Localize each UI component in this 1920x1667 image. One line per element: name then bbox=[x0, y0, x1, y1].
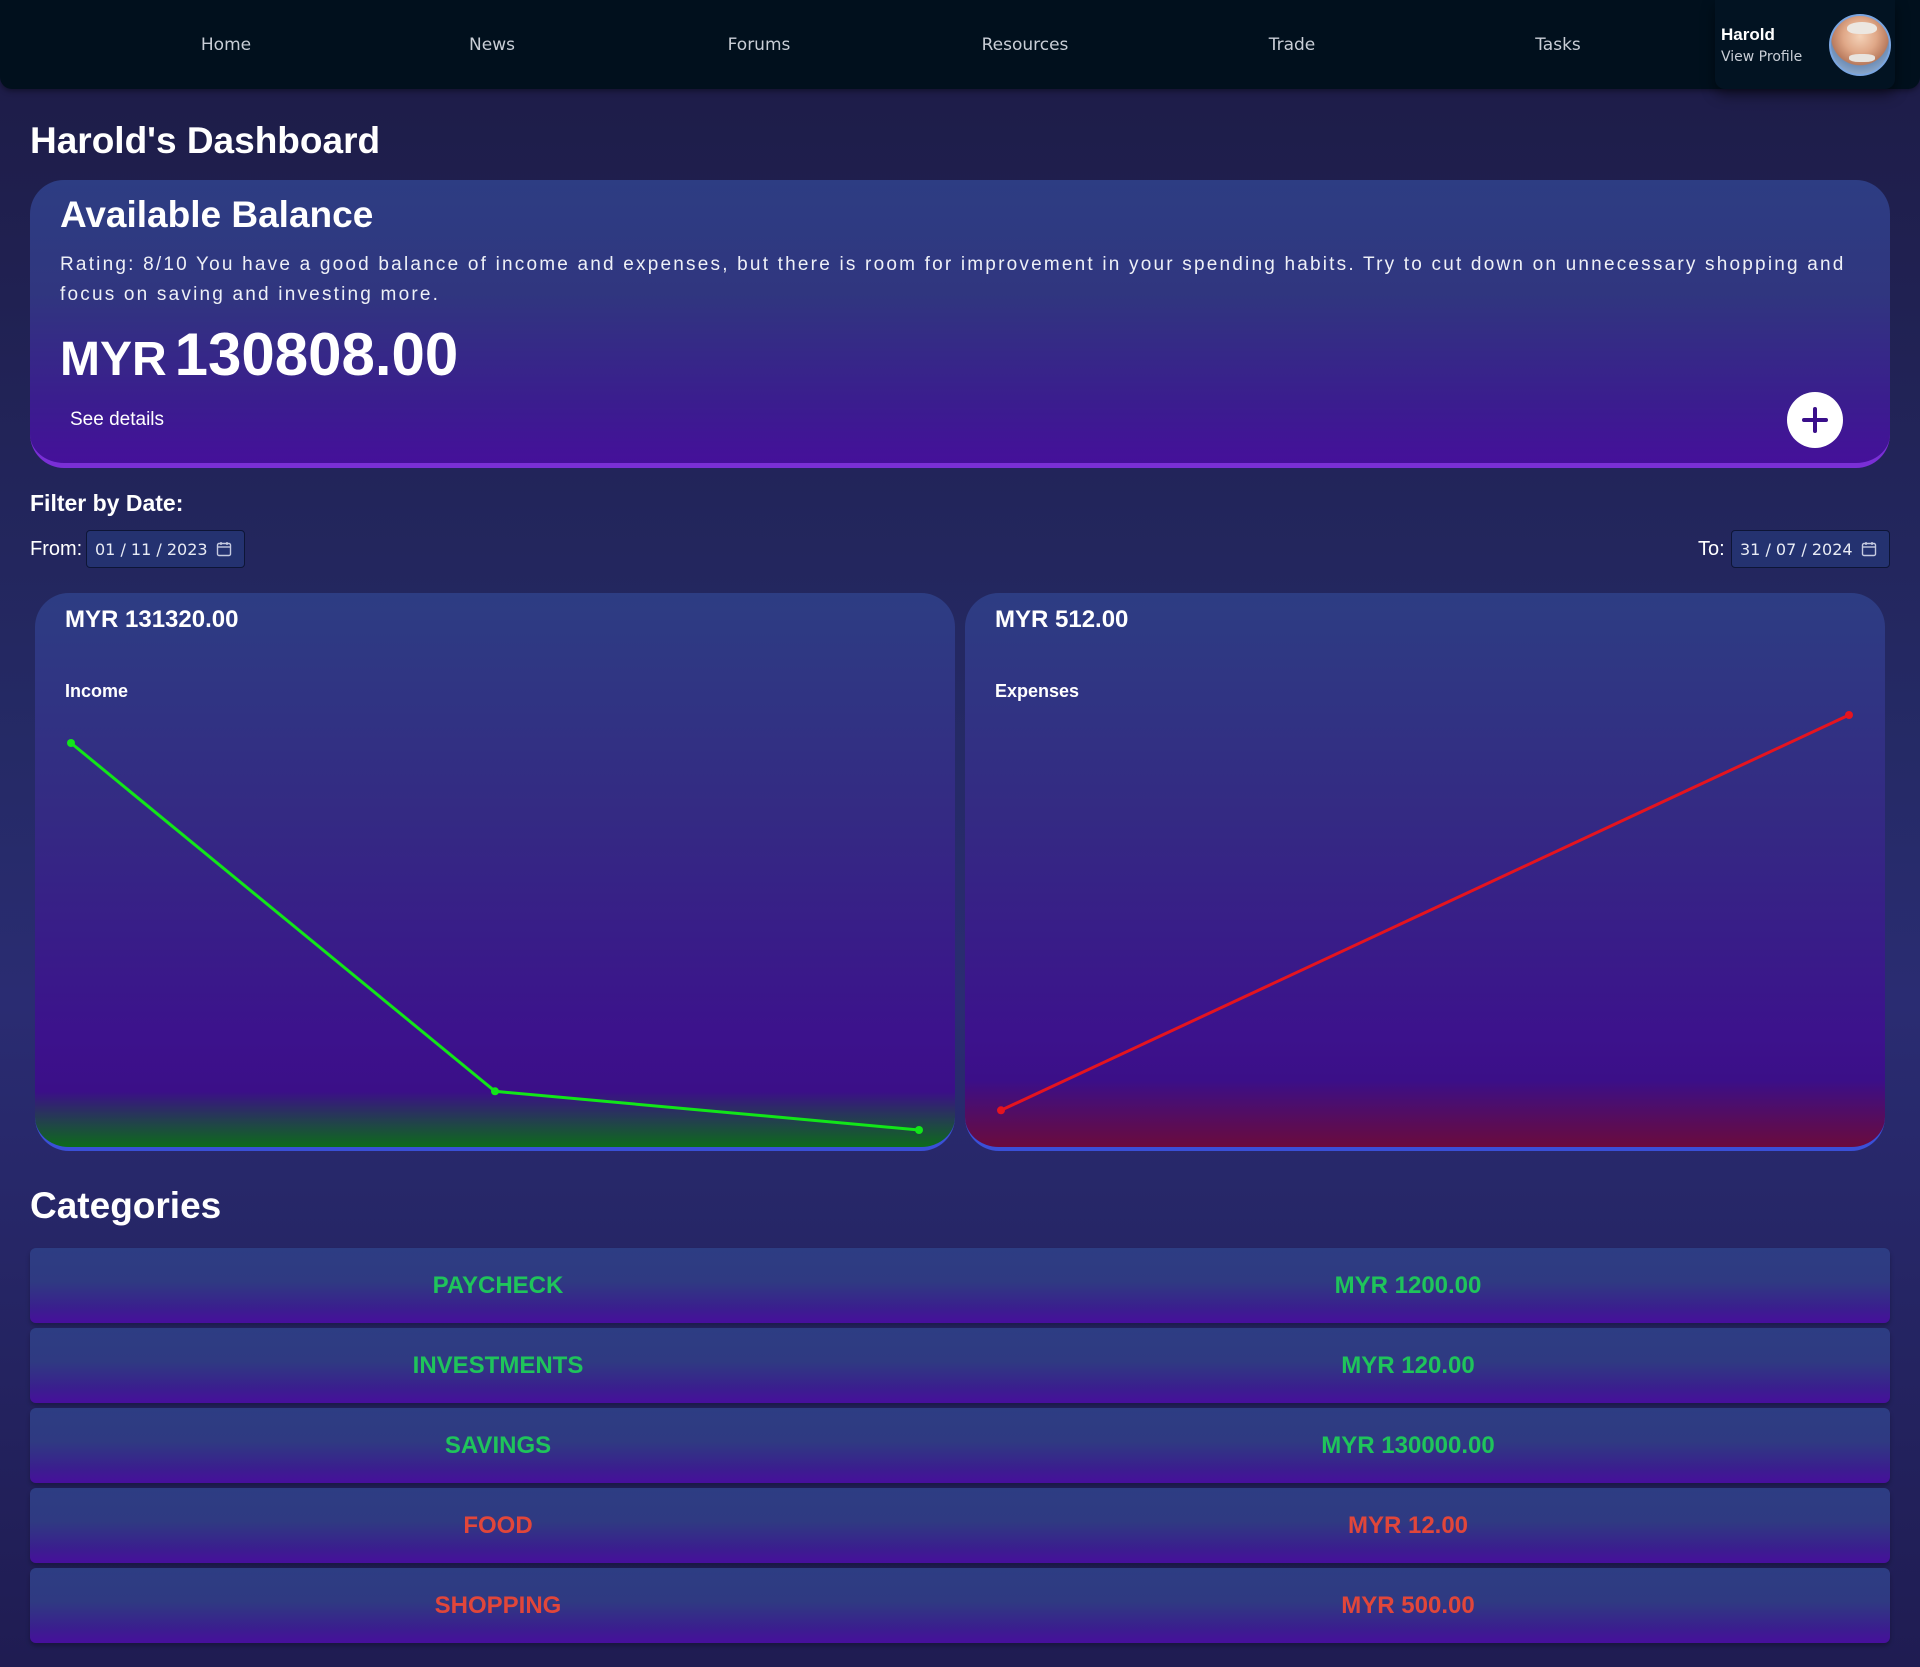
from-date-input[interactable]: 01 / 11 / 2023 bbox=[86, 530, 245, 568]
data-point[interactable] bbox=[1845, 711, 1853, 719]
to-date-value: 31 / 07 / 2024 bbox=[1740, 539, 1853, 559]
to-label: To: bbox=[1698, 538, 1725, 560]
category-amount: MYR 500.00 bbox=[1341, 1591, 1475, 1619]
series-line bbox=[70, 741, 920, 1132]
data-point[interactable] bbox=[491, 1087, 499, 1096]
add-transaction-button[interactable] bbox=[1787, 392, 1843, 448]
balance-amount: MYR 130808.00 bbox=[60, 320, 458, 389]
income-line-chart bbox=[67, 739, 923, 1134]
category-name: INVESTMENTS bbox=[412, 1351, 584, 1379]
from-label: From: bbox=[30, 538, 83, 560]
calendar-icon[interactable] bbox=[1861, 541, 1877, 557]
nav-home[interactable]: Home bbox=[201, 35, 251, 55]
see-details-link[interactable]: See details bbox=[70, 409, 164, 431]
category-amount: MYR 120.00 bbox=[1341, 1351, 1475, 1379]
page-title: Harold's Dashboard bbox=[30, 120, 381, 161]
category-amount: MYR 1200.00 bbox=[1334, 1271, 1482, 1299]
balance-value: 130808.00 bbox=[174, 321, 459, 388]
category-row[interactable]: SHOPPING MYR 500.00 bbox=[30, 1568, 1890, 1643]
category-name: FOOD bbox=[463, 1511, 533, 1539]
nav-forums[interactable]: Forums bbox=[728, 35, 791, 55]
balance-rating-text: Rating: 8/10 You have a good balance of … bbox=[60, 254, 1846, 305]
nav-tasks[interactable]: Tasks bbox=[1535, 35, 1581, 55]
category-row[interactable]: PAYCHECK MYR 1200.00 bbox=[30, 1248, 1890, 1323]
nav-news[interactable]: News bbox=[469, 35, 515, 55]
categories-title: Categories bbox=[30, 1185, 222, 1226]
avatar[interactable] bbox=[1829, 14, 1891, 76]
calendar-icon[interactable] bbox=[216, 541, 232, 557]
balance-card: Available Balance Rating: 8/10 You have … bbox=[30, 180, 1890, 468]
expenses-line-chart bbox=[997, 711, 1853, 1115]
category-amount: MYR 130000.00 bbox=[1321, 1431, 1495, 1459]
category-row[interactable]: INVESTMENTS MYR 120.00 bbox=[30, 1328, 1890, 1403]
from-date-value: 01 / 11 / 2023 bbox=[95, 539, 208, 559]
nav-resources[interactable]: Resources bbox=[982, 35, 1069, 55]
profile-name: Harold bbox=[1721, 25, 1775, 44]
top-navbar: Home News Forums Resources Trade Tasks H… bbox=[0, 0, 1920, 89]
category-row[interactable]: SAVINGS MYR 130000.00 bbox=[30, 1408, 1890, 1483]
category-name: SAVINGS bbox=[444, 1431, 552, 1459]
income-chart-card: MYR 131320.00 Income bbox=[35, 593, 955, 1151]
filter-title: Filter by Date: bbox=[30, 490, 184, 516]
series-line bbox=[1000, 713, 1850, 1112]
expenses-chart-card: MYR 512.00 Expenses bbox=[965, 593, 1885, 1151]
balance-currency: MYR bbox=[60, 333, 167, 386]
plus-icon bbox=[1802, 407, 1828, 433]
balance-title: Available Balance bbox=[60, 194, 374, 235]
category-row[interactable]: FOOD MYR 12.00 bbox=[30, 1488, 1890, 1563]
data-point[interactable] bbox=[67, 739, 75, 747]
category-name: PAYCHECK bbox=[432, 1271, 564, 1299]
data-point[interactable] bbox=[915, 1126, 923, 1134]
to-date-input[interactable]: 31 / 07 / 2024 bbox=[1731, 530, 1890, 568]
category-name: SHOPPING bbox=[434, 1591, 562, 1619]
category-amount: MYR 12.00 bbox=[1347, 1511, 1469, 1539]
nav-trade[interactable]: Trade bbox=[1269, 35, 1316, 55]
data-point[interactable] bbox=[997, 1106, 1005, 1115]
view-profile-link[interactable]: View Profile bbox=[1721, 49, 1802, 65]
